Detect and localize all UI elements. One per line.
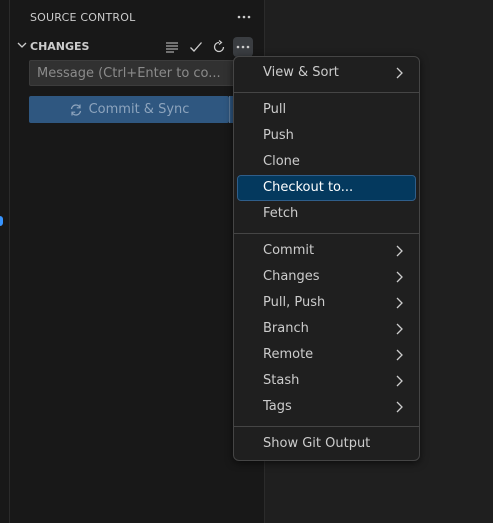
- view-as-list-button[interactable]: [162, 37, 182, 57]
- menu-item-remote[interactable]: Remote: [238, 343, 415, 367]
- changes-more-actions-button[interactable]: [233, 37, 253, 57]
- menu-item-push[interactable]: Push: [238, 124, 415, 148]
- refresh-icon: [213, 40, 225, 53]
- menu-item-label: Show Git Output: [263, 436, 371, 451]
- menu-item-pull-push[interactable]: Pull, Push: [238, 291, 415, 315]
- sidebar-more-actions-button[interactable]: [235, 7, 253, 27]
- menu-item-label: Fetch: [263, 206, 299, 221]
- menu-separator: [234, 233, 419, 234]
- commit-button-label: Commit & Sync: [88, 102, 190, 117]
- activity-indicator: [0, 216, 3, 226]
- chevron-right-icon: [396, 271, 403, 283]
- check-icon: [190, 42, 202, 52]
- chevron-right-icon: [396, 401, 403, 413]
- menu-item-tags[interactable]: Tags: [238, 395, 415, 419]
- commit-check-button[interactable]: [186, 37, 206, 57]
- list-view-icon: [166, 42, 178, 53]
- menu-item-label: Branch: [263, 321, 309, 336]
- menu-item-label: Remote: [263, 347, 314, 362]
- menu-item-label: Changes: [263, 269, 320, 284]
- menu-item-changes[interactable]: Changes: [238, 265, 415, 289]
- menu-item-label: Tags: [263, 399, 292, 414]
- ellipsis-icon: [236, 45, 250, 49]
- menu-item-label: Push: [263, 128, 294, 143]
- menu-item-label: Commit: [263, 243, 315, 258]
- menu-separator: [234, 426, 419, 427]
- menu-item-checkout-to[interactable]: Checkout to...: [237, 175, 416, 201]
- chevron-down-icon[interactable]: [16, 39, 28, 51]
- changes-section-header[interactable]: CHANGES: [10, 36, 264, 58]
- refresh-button[interactable]: [209, 37, 229, 57]
- chevron-right-icon: [396, 245, 403, 257]
- menu-item-fetch[interactable]: Fetch: [238, 202, 415, 226]
- chevron-right-icon: [396, 375, 403, 387]
- commit-message-input[interactable]: [29, 60, 247, 86]
- menu-item-view-sort[interactable]: View & Sort: [238, 61, 415, 85]
- menu-item-stash[interactable]: Stash: [238, 369, 415, 393]
- menu-separator: [234, 92, 419, 93]
- menu-item-label: Clone: [263, 154, 300, 169]
- sync-icon: [70, 103, 81, 116]
- chevron-right-icon: [396, 349, 403, 361]
- chevron-right-icon: [396, 323, 403, 335]
- commit-and-sync-button[interactable]: Commit & Sync: [29, 96, 229, 123]
- menu-item-show-git-output[interactable]: Show Git Output: [238, 432, 415, 456]
- chevron-right-icon: [396, 297, 403, 309]
- menu-item-label: Pull: [263, 102, 287, 117]
- changes-title: CHANGES: [30, 40, 90, 53]
- menu-item-label: Checkout to...: [263, 180, 354, 195]
- menu-item-clone[interactable]: Clone: [238, 150, 415, 174]
- source-control-sidebar: SOURCE CONTROL CHANGES Message (Ctrl+Ent…: [9, 0, 265, 523]
- menu-item-pull[interactable]: Pull: [238, 98, 415, 122]
- menu-item-label: View & Sort: [263, 65, 339, 80]
- menu-item-commit[interactable]: Commit: [238, 239, 415, 263]
- activity-bar: [0, 0, 9, 523]
- more-actions-menu: View & Sort Pull Push Clone Checkout to... Fe…: [233, 56, 420, 461]
- menu-item-branch[interactable]: Branch: [238, 317, 415, 341]
- menu-item-label: Stash: [263, 373, 300, 388]
- sidebar-title: SOURCE CONTROL: [30, 11, 136, 24]
- menu-item-label: Pull, Push: [263, 295, 326, 310]
- chevron-right-icon: [396, 67, 403, 79]
- ellipsis-icon: [237, 15, 251, 19]
